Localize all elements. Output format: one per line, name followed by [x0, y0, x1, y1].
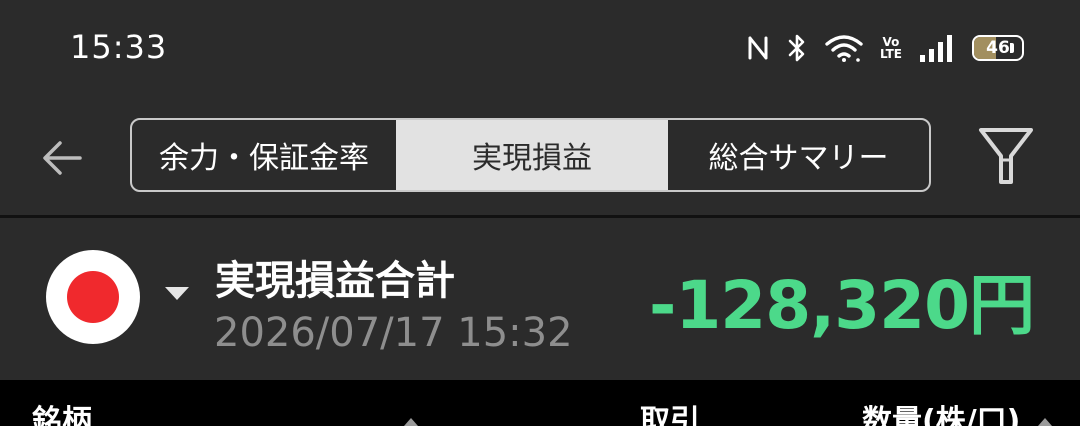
summary-datetime: 2026/07/17 15:32 — [214, 310, 573, 356]
filter-icon[interactable] — [978, 126, 1034, 188]
segment-tabs: 余力・保証金率 実現損益 総合サマリー — [130, 118, 931, 192]
battery-body: 46 — [972, 35, 1024, 61]
column-header-stock[interactable]: 銘柄 — [32, 396, 92, 426]
sort-icon — [404, 418, 418, 426]
tab-realized-pl[interactable]: 実現損益 — [396, 120, 668, 190]
bluetooth-icon — [786, 33, 808, 63]
tab-summary[interactable]: 総合サマリー — [668, 120, 929, 190]
header: 余力・保証金率 実現損益 総合サマリー — [0, 95, 1080, 215]
battery-icon: 46 — [972, 35, 1024, 61]
volte-label-bottom: LTE — [879, 47, 902, 61]
column-header-trade[interactable]: 取引 — [640, 396, 700, 426]
table-header: 銘柄 取引 数量(株/口) — [0, 380, 1080, 426]
flag-red-dot — [67, 271, 119, 323]
chevron-down-icon[interactable] — [165, 287, 189, 300]
realized-pl-summary: 実現損益合計 2026/07/17 15:32 -128,320円 — [0, 218, 1080, 380]
summary-total-value: -128,320円 — [648, 267, 1035, 344]
column-header-quantity[interactable]: 数量(株/口) — [862, 396, 1020, 426]
sort-icon — [1038, 418, 1052, 426]
tab-margin[interactable]: 余力・保証金率 — [132, 120, 396, 190]
japan-flag-icon[interactable] — [46, 250, 140, 344]
battery-level: 46 — [986, 38, 1010, 58]
nfc-icon — [746, 34, 770, 62]
summary-title: 実現損益合計 — [215, 258, 455, 304]
signal-icon — [918, 33, 956, 63]
arrow-left-icon[interactable] — [38, 133, 88, 183]
status-bar: 15:33 Vo LTE 46 — [0, 0, 1080, 95]
status-icons: Vo LTE 46 — [746, 30, 1024, 66]
status-time: 15:33 — [70, 28, 168, 66]
wifi-icon — [824, 33, 864, 63]
volte-icon: Vo LTE — [880, 36, 902, 60]
